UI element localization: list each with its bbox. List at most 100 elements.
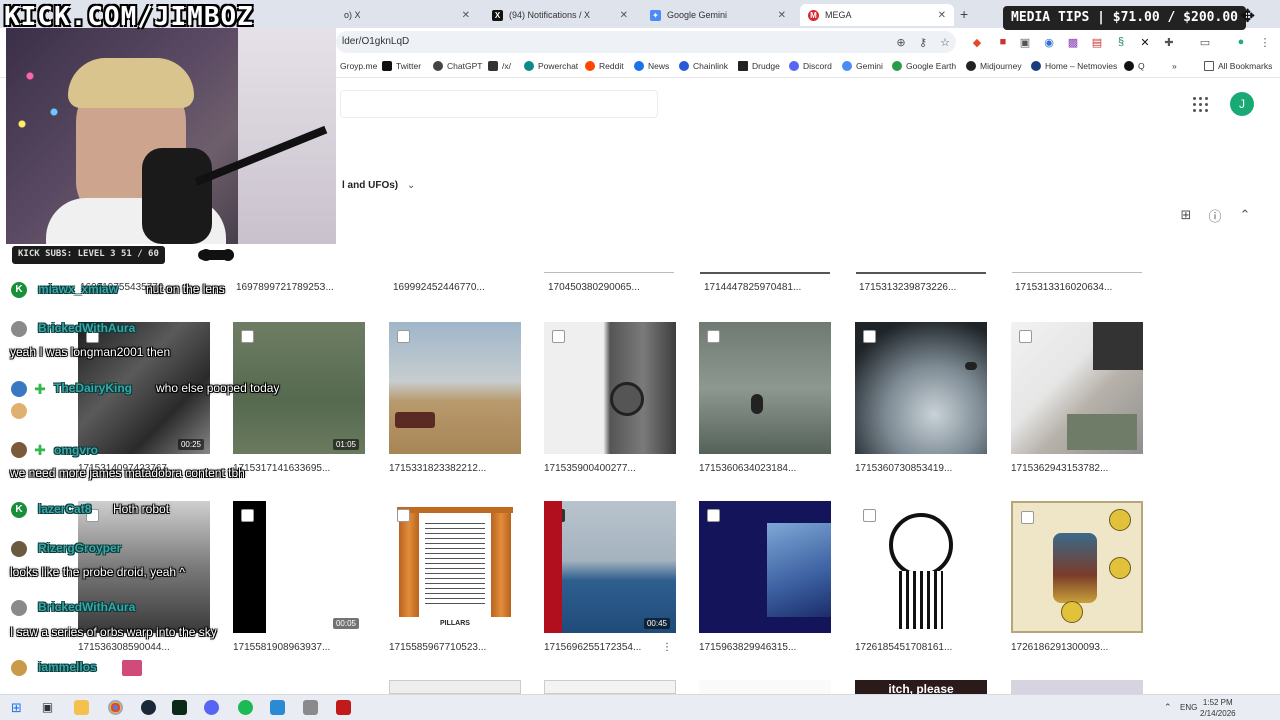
image-thumbnail[interactable] — [1011, 322, 1143, 454]
select-checkbox[interactable] — [707, 509, 720, 522]
close-icon[interactable]: ✕ — [620, 10, 628, 21]
language-indicator[interactable]: ENG — [1180, 703, 1197, 712]
bookmark-discord[interactable]: Discord — [789, 61, 832, 71]
spotify-icon[interactable] — [238, 700, 253, 715]
select-checkbox[interactable] — [707, 330, 720, 343]
more-options-icon[interactable]: ⋮ — [662, 642, 672, 653]
file-name[interactable]: 171536063402318​4... — [699, 463, 831, 474]
chevron-right-icon[interactable]: » — [1172, 61, 1177, 71]
tab-x[interactable]: o) X ✕ — [336, 4, 478, 26]
select-checkbox[interactable] — [241, 330, 254, 343]
file-name[interactable]: 171531331602063​4... — [1015, 282, 1112, 293]
file-tile[interactable]: PILLARS 171558596771052​3... — [389, 501, 521, 653]
bookmark-chatgpt[interactable]: ChatGPT — [433, 61, 482, 71]
file-name[interactable]: 171535900400277... — [544, 463, 676, 474]
address-bar[interactable]: lder/O1gknLqD — [336, 31, 956, 53]
file-name[interactable]: 169789972178925З... — [236, 282, 334, 293]
file-name[interactable]: 171444782597048​1... — [704, 282, 801, 293]
file-name[interactable]: 171536073085341​9... — [855, 463, 987, 474]
file-name[interactable]: 171533182338221​2... — [389, 463, 521, 474]
puzzle-icon[interactable]: ✚ — [1162, 35, 1176, 49]
profile-icon[interactable]: ● — [1234, 35, 1248, 49]
apps-grid-icon[interactable] — [1193, 97, 1209, 113]
avatar[interactable]: J — [1230, 92, 1254, 116]
image-thumbnail[interactable]: PILLARS — [389, 501, 521, 633]
file-tile[interactable]: itch, please — [855, 680, 987, 694]
file-name[interactable]: 171531323987322​6... — [859, 282, 956, 293]
bookmark-groyp[interactable]: Groyp.me — [340, 61, 377, 71]
bookmark-q[interactable]: Q — [1124, 61, 1145, 71]
extension-icon[interactable]: ◉ — [1042, 35, 1056, 49]
bookmark-news[interactable]: News — [634, 61, 669, 71]
file-tile[interactable]: 171596382994631​5... — [699, 501, 831, 653]
close-icon[interactable]: ✕ — [938, 10, 946, 21]
file-name[interactable]: 171558190896393​7... — [233, 642, 365, 653]
file-tile[interactable] — [389, 680, 521, 694]
video-thumbnail[interactable]: ✓ 00:45 — [544, 501, 676, 633]
bookmark-google-earth[interactable]: Google Earth — [892, 61, 956, 71]
file-name[interactable]: 171536308590044... — [78, 642, 210, 653]
file-name[interactable]: 171531714163369​5... — [233, 463, 365, 474]
image-thumbnail[interactable] — [544, 322, 676, 454]
extension-icon[interactable]: ▤ — [1090, 35, 1104, 49]
select-checkbox-checked[interactable]: ✓ — [562, 509, 565, 522]
file-tile[interactable]: 172618545170816​1... — [855, 501, 987, 653]
file-name[interactable]: 171596382994631​5... — [699, 642, 831, 653]
star-icon[interactable]: ☆ — [938, 35, 952, 49]
info-icon[interactable]: ⓘ — [1207, 207, 1223, 224]
file-explorer-icon[interactable] — [74, 700, 89, 715]
image-thumbnail[interactable] — [389, 322, 521, 454]
extension-icon[interactable]: § — [1114, 35, 1128, 49]
bookmark-drudge[interactable]: Drudge — [738, 61, 780, 71]
chrome-icon[interactable] — [108, 700, 123, 715]
steam-icon[interactable] — [141, 700, 156, 715]
image-thumbnail[interactable] — [855, 322, 987, 454]
close-icon[interactable]: ✕ — [462, 10, 470, 21]
menu-icon[interactable]: ⋮ — [1258, 35, 1272, 49]
select-checkbox[interactable] — [397, 330, 410, 343]
bookmark-netmovies[interactable]: Home – Netmovies — [1031, 61, 1117, 71]
select-checkbox[interactable] — [863, 509, 876, 522]
video-thumbnail[interactable]: 00:05 — [233, 501, 365, 633]
extension-icon[interactable]: ◆ — [970, 35, 984, 49]
tab-mega[interactable]: M MEGA ✕ — [800, 4, 954, 26]
task-view-icon[interactable]: ▣ — [40, 700, 55, 715]
search-input[interactable] — [340, 90, 658, 118]
close-icon[interactable]: ✕ — [778, 10, 786, 21]
bookmark-powerchat[interactable]: Powerchat — [524, 61, 578, 71]
telegram-icon[interactable] — [270, 700, 285, 715]
key-icon[interactable]: ⚷ — [916, 35, 930, 49]
file-name[interactable]: 170450380290065... — [548, 282, 640, 293]
file-tile[interactable]: 172618629130009​3... — [1011, 501, 1143, 653]
x-icon[interactable]: ✕ — [1138, 35, 1152, 49]
file-name[interactable]: 169992452446770... — [393, 282, 485, 293]
tab-notifications[interactable]: X (94) Notifications / X ✕ — [484, 4, 636, 26]
file-name[interactable]: 171558596771052​3... — [389, 642, 521, 653]
bookmark-reddit[interactable]: Reddit — [585, 61, 624, 71]
extension-icon[interactable]: ▣ — [1018, 35, 1032, 49]
bookmark-x[interactable]: /x/ — [488, 61, 511, 71]
grid-view-icon[interactable]: ⊞ — [1178, 207, 1194, 223]
chevron-up-icon[interactable]: ⌃ — [1164, 702, 1172, 713]
image-thumbnail[interactable] — [855, 501, 987, 633]
select-checkbox[interactable] — [1019, 330, 1032, 343]
file-name[interactable]: 171569625517235​4... ⋮ — [544, 642, 676, 653]
tab-gemini[interactable]: ✦ Google Gemini ✕ — [642, 4, 794, 26]
windows-start-icon[interactable]: ⊞ — [9, 700, 24, 715]
collapse-icon[interactable]: ⌃ — [1237, 207, 1253, 223]
select-checkbox[interactable] — [241, 509, 254, 522]
bookmark-twitter[interactable]: Twitter — [382, 61, 421, 71]
bookmark-all[interactable]: All Bookmarks — [1204, 61, 1272, 71]
file-name[interactable]: 172618545170816​1... — [855, 642, 987, 653]
file-tile[interactable]: 171536063402318​4... — [699, 322, 831, 474]
terminal-icon[interactable] — [172, 700, 187, 715]
discord-icon[interactable] — [204, 700, 219, 715]
file-tile[interactable]: 00:05 171558190896393​7... — [233, 501, 365, 653]
select-checkbox[interactable] — [863, 330, 876, 343]
zoom-icon[interactable]: ⊕ — [894, 35, 908, 49]
sidebar-icon[interactable]: ▭ — [1198, 35, 1212, 49]
image-thumbnail[interactable] — [699, 322, 831, 454]
bookmark-gemini[interactable]: Gemini — [842, 61, 883, 71]
app-icon[interactable] — [303, 700, 318, 715]
extension-icon[interactable]: ▩ — [1066, 35, 1080, 49]
